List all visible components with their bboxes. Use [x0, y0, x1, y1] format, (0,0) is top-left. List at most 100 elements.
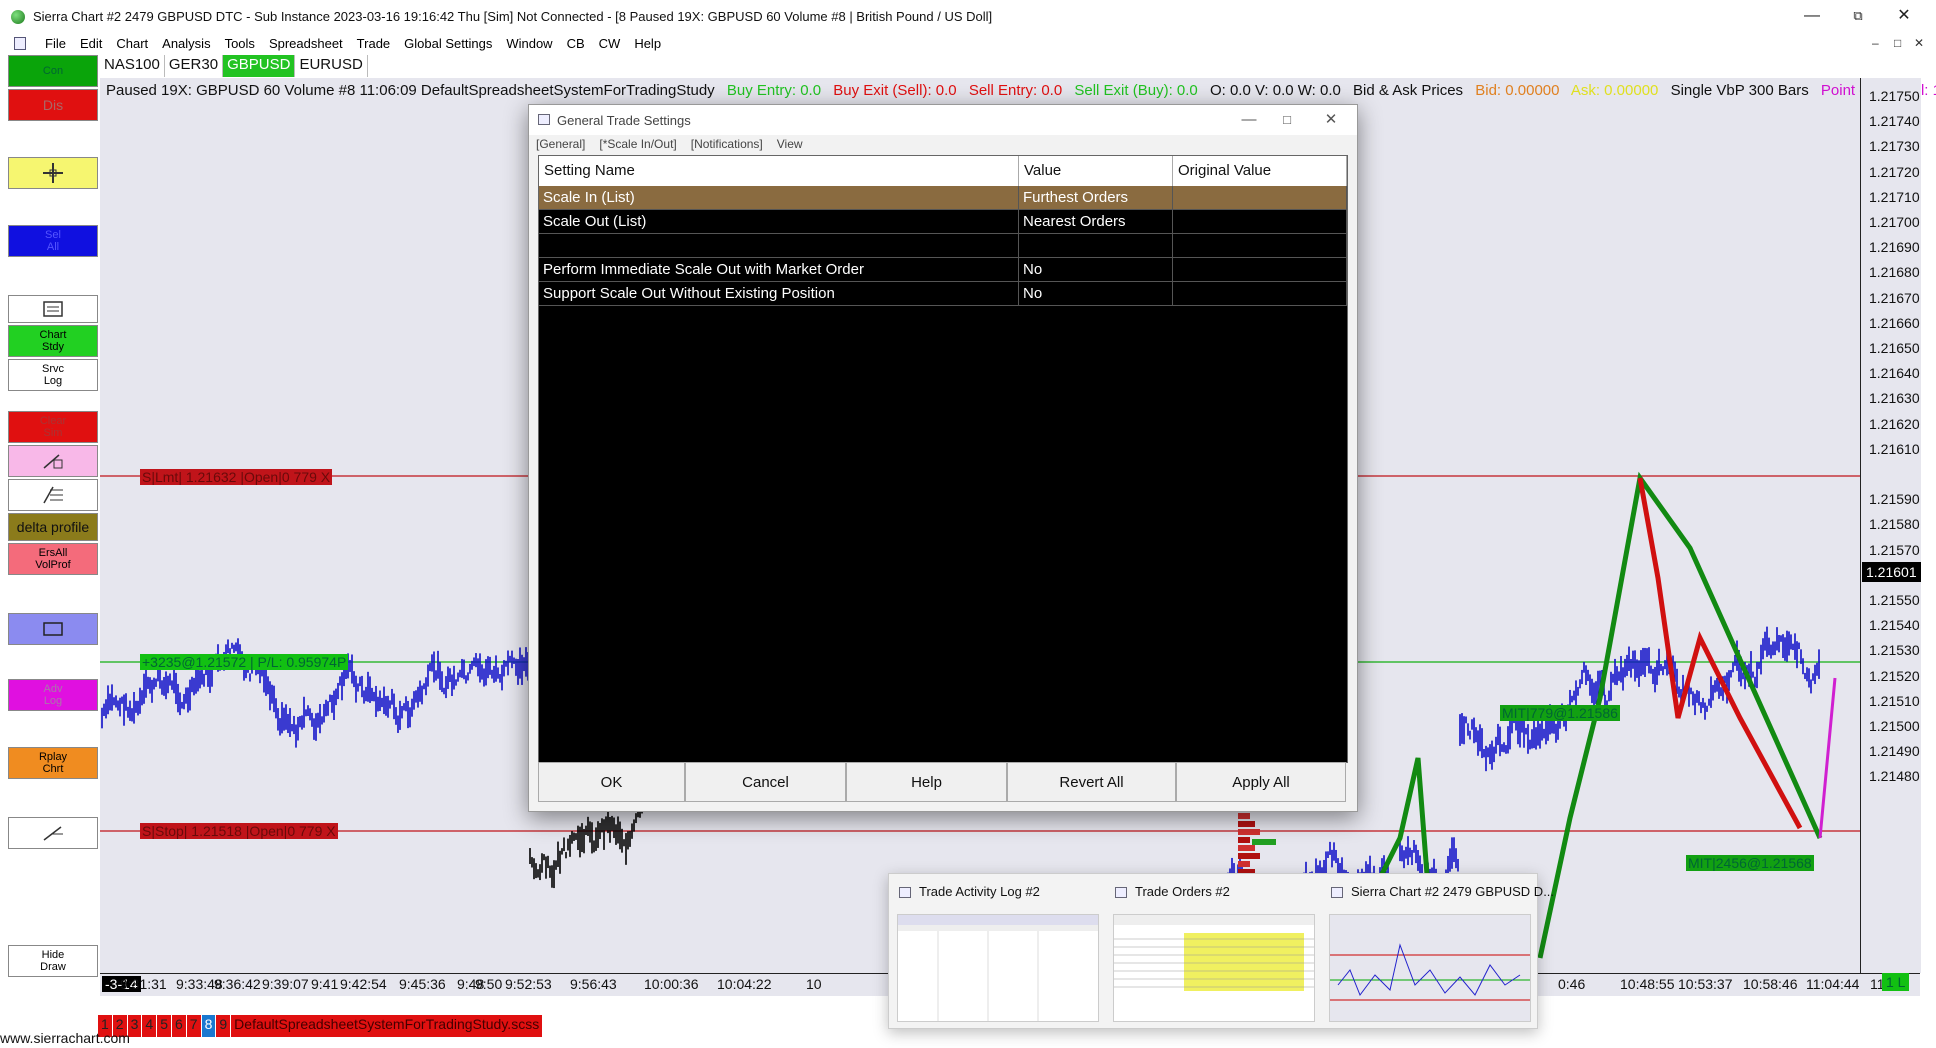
mdi-restore-button[interactable]: □ [1894, 36, 1901, 50]
chart-settings-button[interactable] [8, 295, 98, 323]
menu-global-settings[interactable]: Global Settings [397, 36, 499, 51]
thumbnail-sierra-chart[interactable]: Sierra Chart #2 2479 GBPUSD D... [1321, 874, 1554, 1028]
menu-file[interactable]: File [38, 36, 73, 51]
chart-study-button[interactable]: Chart Stdy [8, 325, 98, 357]
original-value-cell [1173, 282, 1347, 306]
time-axis-label: 9:42:54 [340, 976, 387, 992]
menu-edit[interactable]: Edit [73, 36, 109, 51]
menu-tools[interactable]: Tools [218, 36, 262, 51]
mdi-close-button[interactable]: ✕ [1914, 36, 1924, 50]
symbol-tab-nas100[interactable]: NAS100 [100, 55, 165, 77]
table-row[interactable]: Perform Immediate Scale Out with Market … [539, 258, 1347, 282]
column-value[interactable]: Value [1019, 156, 1173, 186]
price-axis[interactable]: 1.21750 1.21740 1.21730 1.21720 1.21710 1.217… [1860, 78, 1921, 973]
mdi-minimize-button[interactable]: – [1872, 36, 1879, 50]
select-all-button[interactable]: Sel All [8, 225, 98, 257]
setting-value-cell[interactable]: No [1019, 258, 1173, 282]
maximize-button[interactable]: ⧉ [1838, 4, 1878, 28]
help-button[interactable]: Help [846, 762, 1007, 802]
close-button[interactable]: ✕ [1884, 4, 1924, 28]
menu-trade[interactable]: Trade [350, 36, 397, 51]
chartbook-tab-7[interactable]: 7 [186, 1015, 201, 1037]
crosshair-button[interactable] [8, 157, 98, 189]
ok-button[interactable]: OK [538, 762, 685, 802]
price-axis-label: 1.21710 [1869, 188, 1920, 205]
rectangle-icon [43, 622, 63, 636]
draw-tool-button[interactable] [8, 445, 98, 477]
tab-notifications[interactable]: [Notifications] [691, 137, 763, 151]
price-axis-label: 1.21540 [1869, 617, 1920, 634]
thumbnail-trade-activity-log[interactable]: Trade Activity Log #2 [889, 874, 1105, 1028]
volume-profile-bar [1238, 837, 1250, 843]
time-axis-label: 9:50 [475, 976, 503, 992]
dialog-close-button[interactable]: ✕ [1313, 109, 1349, 131]
table-row[interactable]: Scale Out (List) Nearest Orders [539, 210, 1347, 234]
apply-all-button[interactable]: Apply All [1176, 762, 1346, 802]
tab-general[interactable]: [General] [536, 137, 585, 151]
chartbook-tab-4[interactable]: 4 [142, 1015, 157, 1037]
time-axis-label: 11:04:44 [1806, 976, 1860, 992]
menu-analysis[interactable]: Analysis [155, 36, 217, 51]
fibonacci-button[interactable] [8, 479, 98, 511]
mit-order-label-2[interactable]: MIT|2456@1.21568 [1686, 855, 1814, 871]
chartbook-tab-8[interactable]: 8 [201, 1015, 216, 1037]
chartbook-tab-6[interactable]: 6 [171, 1015, 186, 1037]
menu-window[interactable]: Window [499, 36, 559, 51]
window-icon [1331, 887, 1343, 899]
menu-bar: File Edit Chart Analysis Tools Spreadshe… [0, 33, 1936, 55]
menu-cb[interactable]: CB [560, 36, 592, 51]
thumbnail-title: Trade Activity Log #2 [919, 884, 1040, 899]
symbol-tab-eurusd[interactable]: EURUSD [295, 55, 368, 77]
menu-help[interactable]: Help [627, 36, 668, 51]
erase-all-volprof-button[interactable]: ErsAll VolProf [8, 543, 98, 575]
setting-value-cell[interactable]: No [1019, 282, 1173, 306]
replay-chart-button[interactable]: Rplay Chrt [8, 747, 98, 779]
price-axis-label: 1.21530 [1869, 642, 1920, 659]
thumbnail-trade-orders[interactable]: Trade Orders #2 [1105, 874, 1321, 1028]
setting-value-cell[interactable]: Furthest Orders [1019, 186, 1173, 210]
chartbook-tab-9[interactable]: 9 [216, 1015, 231, 1037]
clear-sim-button[interactable]: Clear Sim [8, 411, 98, 443]
hide-drawings-button[interactable]: Hide Draw [8, 945, 98, 977]
column-original-value[interactable]: Original Value [1173, 156, 1347, 186]
price-axis-label: 1.21700 [1869, 214, 1920, 230]
dialog-minimize-button[interactable]: — [1231, 109, 1267, 131]
advanced-log-button[interactable]: Adv Log [8, 679, 98, 711]
sierra-chart-logo-icon [11, 10, 25, 24]
column-setting-name[interactable]: Setting Name [539, 156, 1019, 186]
spreadsheet-file-tab[interactable]: DefaultSpreadsheetSystemForTradingStudy.… [231, 1015, 543, 1037]
symbol-tab-ger30[interactable]: GER30 [164, 55, 224, 77]
revert-all-button[interactable]: Revert All [1007, 762, 1176, 802]
service-log-button[interactable]: Srvc Log [8, 359, 98, 391]
table-row[interactable]: Scale In (List) Furthest Orders [539, 186, 1347, 210]
position-label[interactable]: +3235@1.21572 | P/L: 0.95974P [140, 654, 349, 670]
connect-button[interactable]: Con [8, 55, 98, 87]
menu-cw[interactable]: CW [592, 36, 628, 51]
setting-value-cell[interactable]: Nearest Orders [1019, 210, 1173, 234]
price-axis-label: 1.21670 [1869, 289, 1920, 306]
price-axis-label: 1.21480 [1869, 768, 1920, 785]
original-value-cell [1173, 186, 1347, 210]
window-icon [899, 887, 911, 899]
sell-limit-order-label[interactable]: S|Lmt| 1.21632 |Open|0 779 X [140, 469, 333, 485]
ray-tool-button[interactable] [8, 817, 98, 849]
thumbnail-preview-graphic [898, 915, 1098, 1021]
disconnect-button[interactable]: Dis [8, 89, 98, 121]
minimize-button[interactable]: — [1792, 4, 1832, 28]
volume-profile-bar [1238, 821, 1255, 827]
table-row[interactable]: Support Scale Out Without Existing Posit… [539, 282, 1347, 306]
sell-stop-order-label[interactable]: S|Stop| 1.21518 |Open|0 779 X [140, 823, 338, 839]
dialog-maximize-button[interactable]: □ [1269, 109, 1305, 131]
chartbook-tab-5[interactable]: 5 [157, 1015, 171, 1037]
symbol-tab-gbpusd[interactable]: GBPUSD [223, 55, 296, 77]
tab-view[interactable]: View [777, 137, 803, 151]
time-axis-label: 9:39:07 [262, 976, 309, 992]
tab-scale-in-out[interactable]: [*Scale In/Out] [599, 137, 676, 151]
mit-order-label-1[interactable]: MIT|779@1.21586 [1500, 705, 1620, 721]
document-icon[interactable] [14, 37, 26, 50]
cancel-button[interactable]: Cancel [685, 762, 846, 802]
rectangle-tool-button[interactable] [8, 613, 98, 645]
delta-profile-button[interactable]: delta profile [8, 513, 98, 541]
menu-spreadsheet[interactable]: Spreadsheet [262, 36, 350, 51]
menu-chart[interactable]: Chart [109, 36, 155, 51]
